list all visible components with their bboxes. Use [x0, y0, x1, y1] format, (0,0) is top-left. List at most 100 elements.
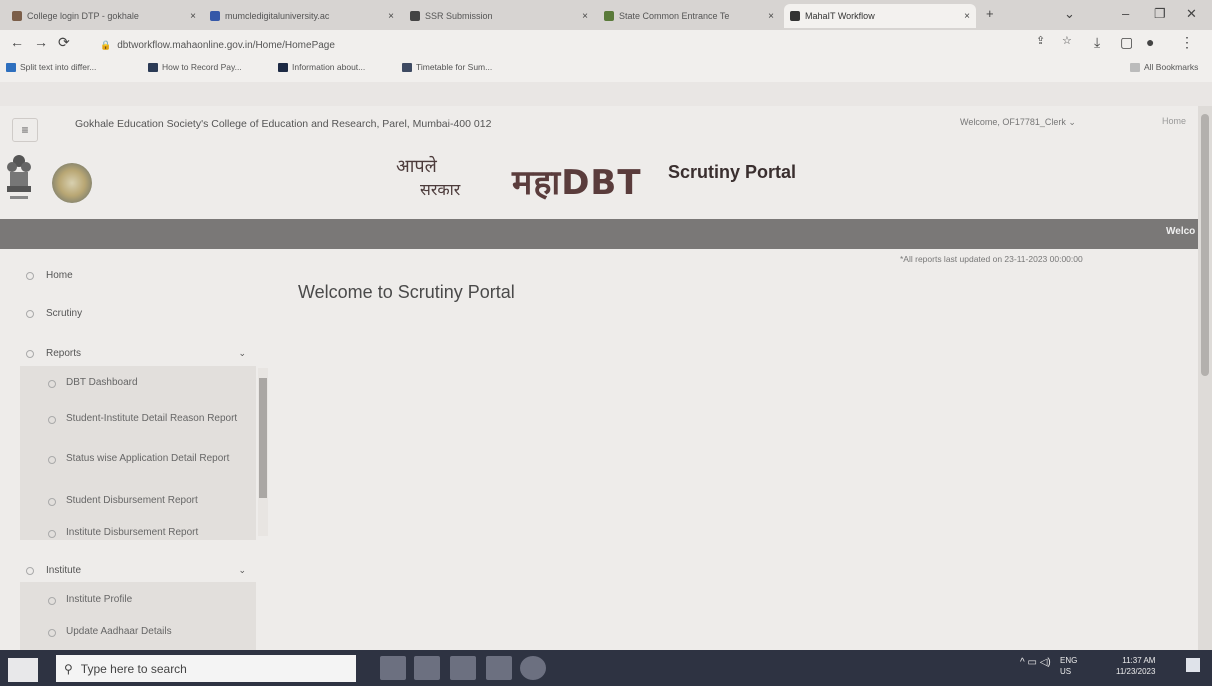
all-bookmarks-label: All Bookmarks [1144, 62, 1199, 72]
tab-strip: College login DTP - gokhale × mumcledigi… [0, 0, 1212, 30]
hamburger-menu-icon[interactable]: ≡ [12, 118, 38, 142]
bookmark-label: Information about... [292, 62, 366, 72]
bullet-icon [48, 416, 56, 424]
close-icon[interactable]: × [576, 11, 588, 22]
welcome-text: Welcome, OF17781_Clerk [960, 117, 1066, 127]
bullet-icon [48, 629, 56, 637]
page-title: Welcome to Scrutiny Portal [298, 282, 515, 302]
bullet-icon [48, 530, 56, 538]
download-icon[interactable]: ⤓ [1094, 34, 1100, 51]
sidebar-item-institute[interactable]: Institute ⌄ [26, 565, 246, 576]
sidebar-item-label: Home [46, 270, 73, 281]
national-emblem-icon [7, 155, 31, 199]
user-welcome-dropdown[interactable]: Welcome, OF17781_Clerk ⌄ [960, 117, 1076, 128]
submenu-student-institute-report[interactable]: Student-Institute Detail Reason Report [66, 410, 246, 427]
back-icon[interactable]: ← [10, 34, 24, 50]
language-code: ENG [1060, 656, 1078, 665]
sidebar-item-label: Institute [46, 565, 82, 576]
notifications-icon[interactable] [1186, 658, 1200, 672]
url-text: dbtworkflow.mahaonline.gov.in/Home/HomeP… [117, 39, 335, 51]
bookmark-item[interactable]: Timetable for Sum... [402, 62, 492, 72]
file-explorer-icon[interactable] [380, 656, 406, 680]
excel-icon[interactable] [450, 656, 476, 680]
all-bookmarks[interactable]: All Bookmarks [1130, 62, 1198, 72]
tab-favicon-icon [410, 11, 420, 21]
tab-mahait-workflow[interactable]: MahaIT Workflow × [784, 4, 976, 28]
sidebar-item-home[interactable]: Home [26, 270, 73, 281]
lock-icon: 🔒 [100, 39, 112, 50]
forward-icon[interactable]: → [34, 34, 48, 50]
chrome-icon[interactable] [414, 656, 440, 680]
windows-start-icon[interactable] [8, 658, 38, 682]
bullet-icon [26, 271, 34, 280]
bookmark-label: How to Record Pay... [162, 62, 242, 72]
sidebar-item-label: Reports [46, 348, 82, 359]
bullet-icon [26, 566, 34, 575]
sidebar-item-reports[interactable]: Reports ⌄ [26, 348, 246, 359]
close-window-icon[interactable]: ✕ [1186, 6, 1197, 22]
tab-state-cet[interactable]: State Common Entrance Te × [598, 4, 780, 28]
tab-favicon-icon [604, 11, 614, 21]
edge-icon[interactable] [520, 656, 546, 680]
header-band [0, 219, 1198, 249]
address-bar[interactable]: 🔒 dbtworkflow.mahaonline.gov.in/Home/Hom… [100, 35, 1000, 55]
bookmark-item[interactable]: How to Record Pay... [148, 62, 242, 72]
home-link[interactable]: Home [1162, 116, 1186, 126]
taskbar-search[interactable]: ⚲ Type here to search [56, 655, 356, 682]
chevron-down-icon: ⌄ [238, 565, 246, 575]
bookmark-label: Timetable for Sum... [416, 62, 493, 72]
tab-label: State Common Entrance Te [619, 11, 730, 21]
maximize-icon[interactable]: ❐ [1154, 6, 1166, 22]
page-scrollbar-thumb[interactable] [1201, 114, 1209, 376]
bookmark-icon [402, 62, 412, 72]
submenu-status-wise-report[interactable]: Status wise Application Detail Report [66, 450, 246, 467]
search-icon: ⚲ [64, 661, 73, 676]
close-icon[interactable]: × [382, 11, 394, 22]
tab-favicon-icon [12, 11, 22, 21]
tab-college-login[interactable]: College login DTP - gokhale × [6, 4, 202, 28]
new-tab-button[interactable]: + [986, 6, 994, 21]
tab-label: SSR Submission [425, 11, 493, 21]
reload-icon[interactable]: ⟳ [58, 34, 70, 51]
bookmark-item[interactable]: Split text into differ... [6, 62, 96, 72]
tab-favicon-icon [210, 11, 220, 21]
bookmark-icon [278, 62, 288, 72]
close-icon[interactable]: × [184, 11, 196, 22]
submenu-dbt-dashboard[interactable]: DBT Dashboard [66, 374, 266, 391]
chevron-down-icon: ⌄ [238, 348, 246, 358]
marquee-welcome-text: Welco [1166, 226, 1196, 237]
word-icon[interactable] [486, 656, 512, 680]
language-indicator[interactable]: ENG US [1060, 655, 1077, 677]
aaple-sarkar-logo-line2: सरकार [420, 180, 461, 199]
tab-mu-digital[interactable]: mumcledigitaluniversity.ac × [204, 4, 400, 28]
close-icon[interactable]: × [762, 11, 774, 22]
bookmark-star-icon[interactable]: ☆ [1062, 34, 1072, 47]
sidebar-item-label: Scrutiny [46, 308, 83, 319]
sidebar-item-scrutiny[interactable]: Scrutiny [26, 308, 82, 319]
bullet-icon [48, 597, 56, 605]
clock-time: 11:37 AM [1122, 656, 1156, 665]
last-updated-note: *All reports last updated on 23-11-2023 … [900, 254, 1083, 264]
share-icon[interactable]: ⇪ [1036, 34, 1045, 47]
system-tray-icons[interactable]: ^ ▭ ◁) [1020, 657, 1051, 668]
tab-label: College login DTP - gokhale [27, 11, 139, 21]
menu-icon[interactable]: ⋮ [1180, 34, 1194, 51]
bookmark-icon [6, 62, 16, 72]
bullet-icon [26, 349, 34, 358]
minimize-icon[interactable]: – [1122, 6, 1129, 21]
submenu-update-aadhaar[interactable]: Update Aadhaar Details [66, 623, 266, 640]
tab-label: mumcledigitaluniversity.ac [225, 11, 330, 21]
bullet-icon [48, 380, 56, 388]
bookmark-item[interactable]: Information about... [278, 62, 365, 72]
portal-title: Scrutiny Portal [668, 162, 797, 182]
submenu-scrollbar-thumb[interactable] [259, 378, 267, 498]
submenu-institute-disbursement-report[interactable]: Institute Disbursement Report [66, 524, 266, 541]
sidepanel-icon[interactable]: ▢ [1120, 34, 1133, 51]
submenu-student-disbursement-report[interactable]: Student Disbursement Report [66, 492, 266, 509]
profile-icon[interactable]: ● [1146, 34, 1154, 50]
close-icon[interactable]: × [958, 11, 970, 22]
tab-ssr-submission[interactable]: SSR Submission × [404, 4, 594, 28]
taskbar-clock[interactable]: 11:37 AM 11/23/2023 [1116, 655, 1155, 677]
submenu-institute-profile[interactable]: Institute Profile [66, 591, 266, 608]
tab-search-icon[interactable]: ⌄ [1064, 6, 1075, 22]
